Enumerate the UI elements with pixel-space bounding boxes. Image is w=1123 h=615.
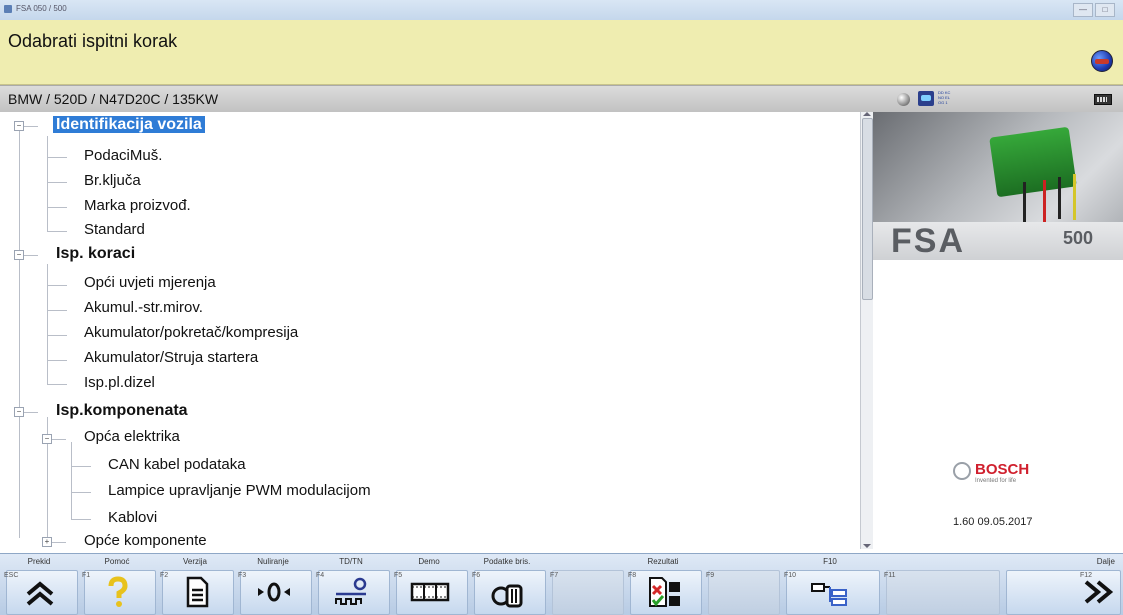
probe-signal-icon [335,577,367,605]
brand-name: BOSCH [975,461,1030,478]
bosch-ring-icon [953,462,971,480]
collapse-toggle[interactable]: − [14,250,24,260]
collapse-toggle[interactable]: − [14,407,24,417]
tree-subgroup-general-components[interactable]: Opće komponente [84,532,207,549]
window-titlebar: FSA 050 / 500 — □ [0,0,1123,21]
product-model: 500 [1063,228,1094,248]
f1-help-button[interactable]: Pomoć F1 [78,554,156,615]
double-chevron-up-icon [26,581,54,606]
expand-toggle[interactable]: + [42,537,52,547]
f5-demo-button[interactable]: Demo F5 [390,554,468,615]
app-icon [4,5,12,13]
f12-next-button[interactable]: Dalje F12 [1000,554,1123,615]
f9-button[interactable]: F9 [702,554,780,615]
f10-tree-button[interactable]: F10 F10 [780,554,880,615]
fsa-product-image: FSA 500 [873,112,1123,260]
status-code-icon: DD KC NO EL OG 1 [938,90,951,105]
tree-item[interactable]: CAN kabel podataka [108,456,246,473]
tree-item[interactable]: Akumul.-str.mirov. [84,299,203,316]
scrollbar-thumb[interactable] [862,118,873,300]
version-info: 1.60 09.05.2017 [953,516,1033,528]
globe-icon[interactable] [1091,50,1113,72]
test-step-tree: − − − − + Identifikacija vozila PodaciMu… [0,112,860,549]
f3-zero-button[interactable]: Nuliranje F3 [234,554,312,615]
tree-item[interactable]: Kablovi [108,509,157,526]
f6-delete-data-button[interactable]: Podatke bris. F6 [468,554,546,615]
status-light-icon [897,93,910,106]
zero-adjust-icon [258,582,290,602]
delete-data-icon [491,584,523,608]
collapse-toggle[interactable]: − [42,434,52,444]
tree-item[interactable]: Marka proizvođ. [84,197,191,214]
tree-item[interactable]: Opći uvjeti mjerenja [84,274,216,291]
collapse-toggle[interactable]: − [14,121,24,131]
tree-group-components[interactable]: Isp.komponenata [56,402,188,420]
vehicle-info: BMW / 520D / N47D20C / 135KW [8,91,219,107]
question-icon [108,576,128,607]
tree-subgroup-general-electrics[interactable]: Opća elektrika [84,428,180,445]
brand-tagline: Invented for life [975,478,1017,484]
tree-item[interactable]: Standard [84,221,145,238]
f8-results-button[interactable]: Rezultati F8 [624,554,702,615]
maximize-button[interactable]: □ [1095,3,1115,17]
film-icon [410,582,450,602]
tree-group-test-steps[interactable]: Isp. koraci [56,245,135,263]
tree-item[interactable]: Lampice upravljanje PWM modulacijom [108,482,371,499]
vehicle-status-icon [918,91,934,106]
tree-item[interactable]: Isp.pl.dizel [84,374,155,391]
window-title: FSA 050 / 500 [16,4,67,13]
results-icon [649,577,680,607]
tree-structure-icon [811,583,847,606]
tree-group-identification[interactable]: Identifikacija vozila [53,116,205,134]
double-chevron-right-icon [1084,580,1114,604]
f4-tdtn-button[interactable]: TD/TN F4 [312,554,390,615]
scroll-up-icon[interactable] [863,112,871,116]
tree-item[interactable]: PodaciMuš. [84,147,162,164]
page-title: Odabrati ispitni korak [8,31,178,51]
tree-item[interactable]: Br.ključa [84,172,141,189]
f11-button[interactable]: F11 [880,554,1000,615]
function-key-bar: Prekid ESC Pomoć F1 Verzija F2 Nuliranje… [0,553,1123,615]
product-panel: FSA 500 BOSCH Invented for life 1.60 09.… [873,112,1123,549]
f2-version-button[interactable]: Verzija F2 [156,554,234,615]
scroll-down-icon[interactable] [863,544,871,548]
battery-icon [1094,94,1112,105]
vehicle-bar: BMW / 520D / N47D20C / 135KW DD KC NO EL… [0,85,1123,113]
minimize-button[interactable]: — [1073,3,1093,17]
tree-scrollbar[interactable] [860,112,873,549]
tree-item[interactable]: Akumulator/pokretač/kompresija [84,324,298,341]
esc-cancel-button[interactable]: Prekid ESC [0,554,78,615]
f7-button[interactable]: F7 [546,554,624,615]
tree-item[interactable]: Akumulator/Struja startera [84,349,258,366]
page-header: Odabrati ispitni korak [0,20,1123,85]
document-icon [186,576,209,608]
product-name: FSA [891,222,965,260]
